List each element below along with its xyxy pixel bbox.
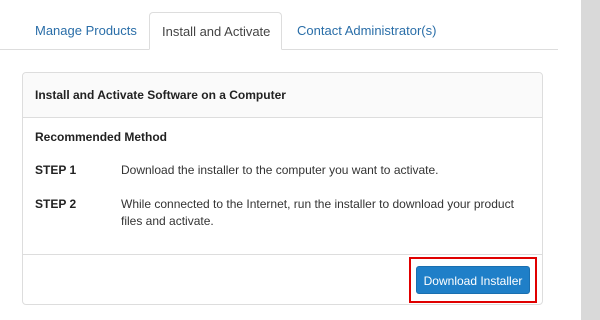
highlight-box: Download Installer [409, 257, 537, 303]
tab-install-and-activate[interactable]: Install and Activate [149, 12, 282, 50]
step-2-text: While connected to the Internet, run the… [121, 197, 514, 228]
recommended-method-title: Recommended Method [35, 130, 168, 144]
tab-bar: Manage Products Install and Activate Con… [0, 12, 558, 50]
panel-footer: Download Installer [23, 254, 542, 304]
panel-body: Recommended Method STEP 1 Download the i… [23, 118, 542, 254]
panel-title: Install and Activate Software on a Compu… [23, 73, 542, 118]
install-panel: Install and Activate Software on a Compu… [22, 72, 543, 305]
page: Manage Products Install and Activate Con… [0, 0, 581, 320]
step-1-text: Download the installer to the computer y… [121, 163, 439, 177]
step-1-label: STEP 1 [35, 163, 77, 177]
download-installer-button[interactable]: Download Installer [416, 266, 530, 294]
page-gutter [581, 0, 600, 320]
step-2-label: STEP 2 [35, 197, 77, 211]
tab-contact-administrators[interactable]: Contact Administrator(s) [285, 12, 448, 49]
tab-manage-products[interactable]: Manage Products [23, 12, 149, 49]
